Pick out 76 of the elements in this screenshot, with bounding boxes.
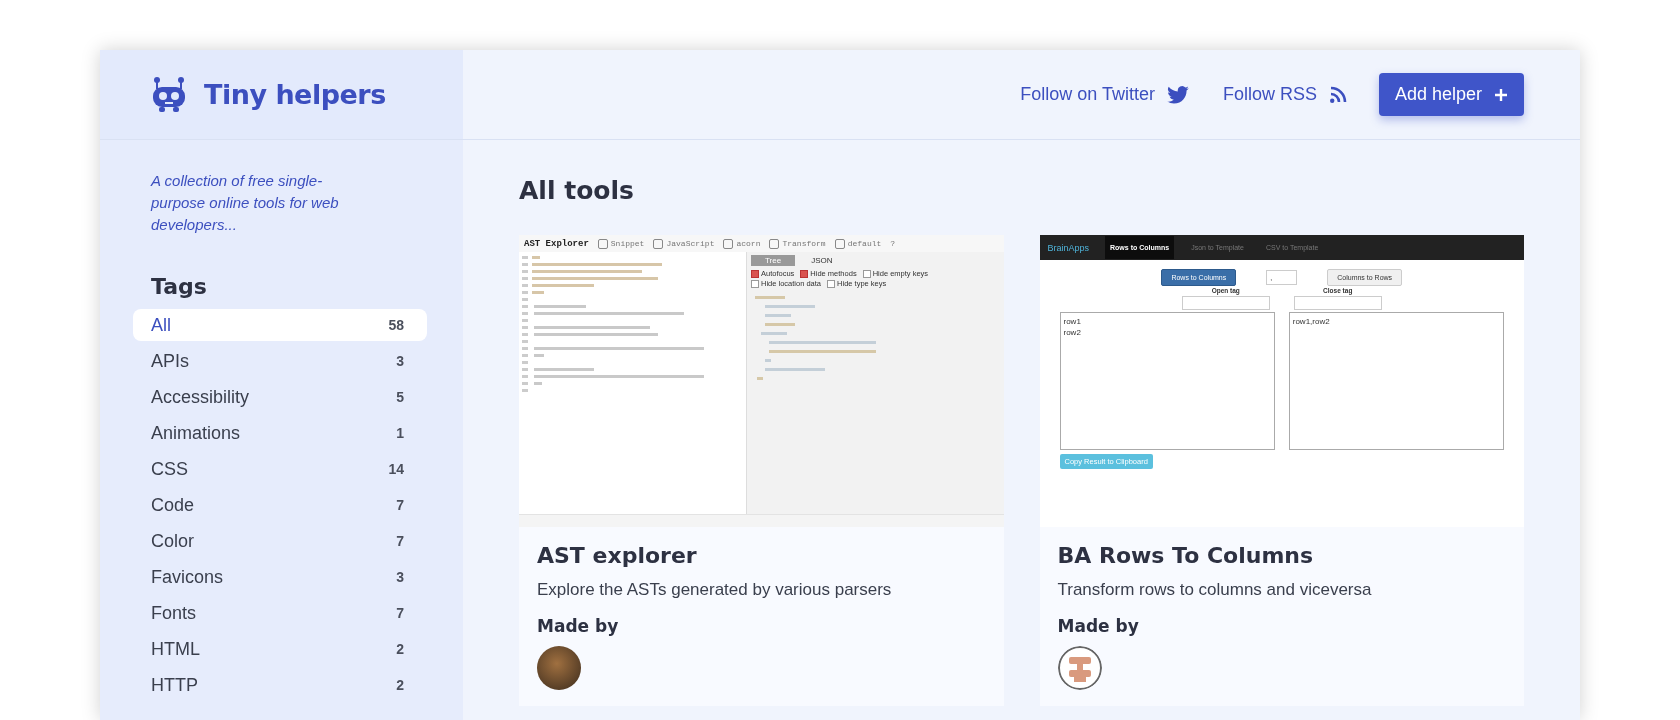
tag-item[interactable]: Accessibility 5 [133,381,427,413]
tag-item[interactable]: CSS 14 [133,453,427,485]
tag-label: All [151,314,171,336]
toolbar-icon [597,238,608,249]
avatar-logo-icon [1057,646,1102,690]
site-title[interactable]: Tiny helpers [204,79,386,110]
tag-label: Color [151,530,194,552]
tag-item[interactable]: All 58 [133,309,427,341]
tag-count: 3 [396,353,404,369]
tag-item[interactable]: HTML 2 [133,633,427,665]
section-heading: All tools [519,176,635,205]
site-description: A collection of free single-purpose online tools for web developers... [149,171,340,235]
checkbox[interactable] [827,279,836,288]
tag-label: Accessibility [151,386,250,408]
made-by-label: Made by [537,616,620,636]
tag-label: Fonts [151,602,197,624]
rss-link[interactable]: Follow RSS [1222,84,1347,105]
checkbox[interactable] [862,269,871,278]
toolbar-item[interactable]: acorn [723,238,761,249]
output-textarea[interactable]: row1,row2 [1288,312,1504,450]
tool-card[interactable] [1039,235,1524,706]
tool-title[interactable]: BA Rows To Columns [1057,543,1506,568]
tag-count: 2 [396,641,404,657]
tag-count: 14 [388,461,404,477]
tags-heading: Tags [151,274,208,299]
checkbox[interactable] [751,279,759,288]
toolbar-icon [834,238,845,249]
tag-count: 58 [388,317,404,333]
tag-item[interactable]: Fonts 7 [133,597,427,629]
toolbar-item[interactable]: ? [890,239,896,248]
tag-item[interactable]: HTTP 2 [133,669,427,701]
tag-count: 3 [396,569,404,585]
tag-count: 2 [396,677,404,693]
tag-item[interactable]: Code 7 [133,489,427,521]
checkbox[interactable] [751,269,759,278]
input-field[interactable] [1293,296,1382,310]
tag-label: CSS [151,458,188,480]
tool-title[interactable]: AST explorer [537,543,986,568]
tag-item[interactable]: Color 7 [133,525,427,557]
avatar-placeholder [537,646,581,690]
tool-description: Transform rows to columns and viceversa [1057,580,1373,600]
tag-label: Code [151,494,195,516]
tag-label: Favicons [151,566,224,588]
tag-count: 7 [396,605,404,621]
toolbar-item[interactable]: Snippet [597,238,645,249]
twitter-bird-icon [1166,85,1189,104]
tag-count: 5 [396,389,404,405]
toolbar-icon [723,238,734,249]
robot-logo-icon [150,75,188,114]
rss-icon [1328,85,1347,104]
input-textarea[interactable]: row1 row2 [1059,312,1275,450]
made-by-label: Made by [1057,616,1140,636]
tag-count: 1 [396,425,404,441]
tag-count: 7 [396,533,404,549]
toolbar-item[interactable]: default [834,238,882,249]
add-helper-button[interactable]: Add helper [1378,73,1524,116]
tag-label: APIs [151,350,189,372]
tag-item[interactable]: Favicons 3 [133,561,427,593]
toolbar-icon [653,238,664,249]
tag-label: Animations [151,422,241,444]
app-brand[interactable]: BrainApps [1047,242,1090,253]
toolbar-icon [769,238,780,249]
tag-label: HTML [151,638,200,660]
tag-item[interactable]: APIs 3 [133,345,427,377]
twitter-link[interactable]: Follow on Twitter [1020,84,1189,105]
tag-label: HTTP [151,674,198,696]
tag-count: 7 [396,497,404,513]
input-field[interactable] [1181,296,1270,310]
checkbox[interactable] [800,269,809,278]
toolbar-item[interactable]: JavaScript [653,238,715,249]
panel-tab[interactable]: JSON [797,255,847,266]
toolbar-item[interactable]: Transform [769,238,826,249]
plus-icon [1494,87,1508,102]
app-title: AST Explorer [524,238,589,249]
tool-description: Explore the ASTs generated by various parsers [537,580,893,600]
tag-item[interactable]: Animations 1 [133,417,427,449]
